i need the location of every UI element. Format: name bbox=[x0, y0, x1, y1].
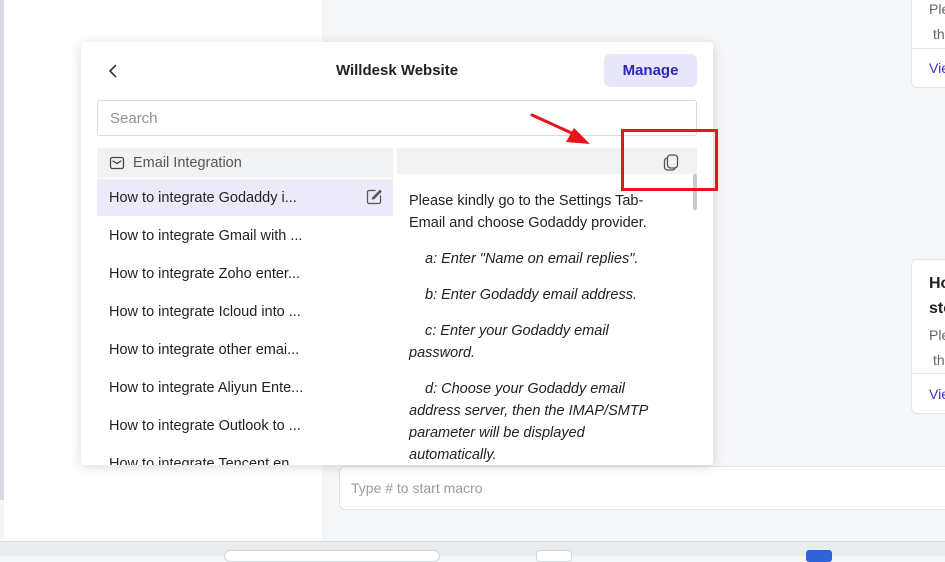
list-item-label: How to integrate Outlook to ... bbox=[109, 417, 301, 434]
card-title: sto bbox=[929, 300, 945, 317]
article-list: Email Integration How to integrate Godad… bbox=[97, 148, 393, 465]
list-item[interactable]: How to integrate Gmail with ... bbox=[97, 217, 393, 254]
taskbar-search[interactable] bbox=[224, 550, 440, 562]
list-item[interactable]: How to integrate Tencent en... bbox=[97, 445, 393, 466]
knowledge-base-popup: Willdesk Website Manage Email Integratio… bbox=[81, 42, 713, 465]
list-item-label: How to integrate Aliyun Ente... bbox=[109, 379, 304, 396]
article-card[interactable]: Ple th Vie bbox=[911, 0, 945, 88]
preview-body: Please kindly go to the Settings Tab-Ema… bbox=[409, 190, 675, 465]
list-item-label: How to integrate Zoho enter... bbox=[109, 265, 301, 282]
group-header[interactable]: Email Integration bbox=[97, 148, 393, 178]
taskbar-app-icon[interactable] bbox=[806, 550, 832, 562]
list-item[interactable]: How to integrate Icloud into ... bbox=[97, 293, 393, 330]
group-label: Email Integration bbox=[133, 155, 242, 171]
manage-button[interactable]: Manage bbox=[604, 54, 697, 87]
list-item[interactable]: How to integrate other emai... bbox=[97, 331, 393, 368]
list-item-label: How to integrate other emai... bbox=[109, 341, 300, 358]
edit-icon[interactable] bbox=[365, 188, 383, 206]
card-snippet: th bbox=[933, 352, 945, 368]
preview-paragraph: c: Enter your Godaddy email password. bbox=[409, 323, 609, 361]
macro-input[interactable] bbox=[339, 466, 945, 510]
search-input[interactable] bbox=[97, 100, 697, 136]
annotation-arrow-icon bbox=[530, 113, 590, 144]
list-item-label: How to integrate Tencent en... bbox=[109, 455, 302, 466]
list-item-label: How to integrate Godaddy i... bbox=[109, 189, 297, 206]
card-snippet: th bbox=[933, 26, 945, 42]
list-item[interactable]: How to integrate Outlook to ... bbox=[97, 407, 393, 444]
preview-paragraph: b: Enter Godaddy email address. bbox=[425, 287, 637, 303]
article-preview: Please kindly go to the Settings Tab-Ema… bbox=[397, 148, 713, 465]
card-divider bbox=[912, 48, 945, 49]
card-snippet: Ple bbox=[929, 1, 945, 17]
card-snippet: Ple bbox=[929, 327, 945, 343]
mail-icon bbox=[109, 156, 125, 170]
list-item[interactable]: How to integrate Godaddy i... bbox=[97, 179, 393, 216]
preview-paragraph: Please kindly go to the Settings Tab-Ema… bbox=[409, 193, 647, 231]
card-title: Ho bbox=[929, 275, 945, 292]
card-view-link[interactable]: Vie bbox=[929, 386, 945, 402]
list-item-label: How to integrate Icloud into ... bbox=[109, 303, 301, 320]
preview-paragraph: d: Choose your Godaddy email address ser… bbox=[409, 381, 648, 463]
taskbar bbox=[0, 541, 945, 562]
list-item[interactable]: How to integrate Zoho enter... bbox=[97, 255, 393, 292]
article-card[interactable]: Ho sto Ple th Vie bbox=[911, 259, 945, 414]
list-item-label: How to integrate Gmail with ... bbox=[109, 227, 303, 244]
card-view-link[interactable]: Vie bbox=[929, 60, 945, 76]
list-item[interactable]: How to integrate Aliyun Ente... bbox=[97, 369, 393, 406]
taskbar-app-icon[interactable] bbox=[536, 550, 572, 562]
card-divider bbox=[912, 373, 945, 374]
preview-paragraph: a: Enter "Name on email replies". bbox=[425, 251, 639, 267]
annotation-highlight-box bbox=[621, 129, 718, 191]
